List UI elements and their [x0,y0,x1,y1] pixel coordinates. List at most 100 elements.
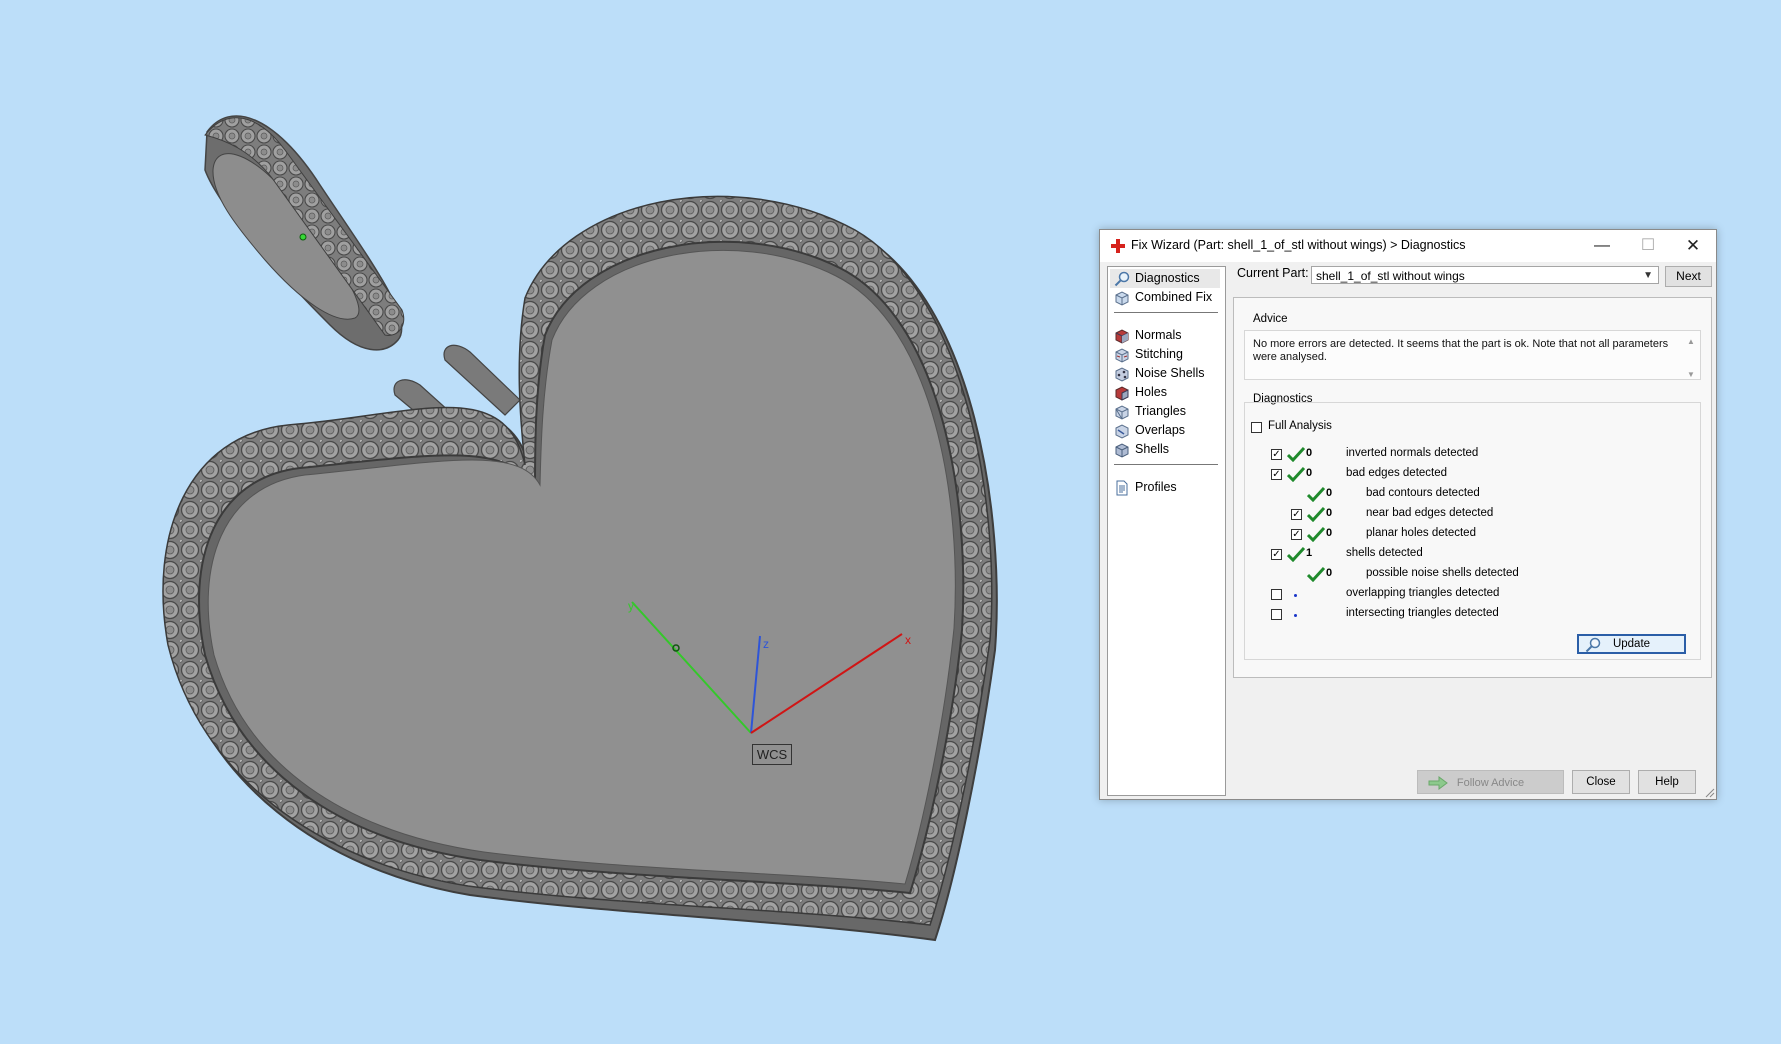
nav-item-label: Stitching [1135,347,1183,361]
close-button[interactable]: Close [1572,770,1630,794]
nav-item-label: Triangles [1135,404,1186,418]
diagnostic-label: bad edges detected [1346,467,1448,479]
x-axis-label: x [905,633,911,647]
diagnostic-checkbox[interactable]: ✓ [1291,509,1302,520]
scroll-down-icon[interactable]: ▼ [1685,370,1697,379]
nav-item-shells[interactable]: Shells [1110,440,1220,459]
follow-advice-button[interactable]: Follow Advice [1417,770,1564,794]
follow-advice-label: Follow Advice [1456,777,1525,789]
diagnostic-checkbox[interactable]: ✓ [1291,529,1302,540]
magnifier-icon [1114,271,1130,287]
nav-item-label: Diagnostics [1135,271,1200,285]
next-button[interactable]: Next [1665,266,1712,287]
diagnostic-checkbox[interactable] [1271,589,1282,600]
advice-scrollbar[interactable]: ▲ ▼ [1685,333,1697,383]
green-check-icon [1287,466,1305,482]
nav-item-stitching[interactable]: Stitching [1110,345,1220,364]
green-check-icon [1287,446,1305,462]
diagnostic-count: 0 [1326,527,1333,539]
normals-cube-icon [1115,329,1129,344]
nav-item-diagnostics[interactable]: Diagnostics [1110,269,1220,288]
nav-item-label: Overlaps [1135,423,1186,437]
green-check-icon [1307,486,1325,502]
diagnostic-checkbox[interactable]: ✓ [1271,549,1282,560]
dialog-titlebar[interactable]: Fix Wizard (Part: shell_1_of_stl without… [1100,230,1716,262]
diagnostic-count: 0 [1306,467,1313,479]
advice-box: No more errors are detected. It seems th… [1244,330,1701,380]
y-axis-label: y [628,599,634,613]
green-arrow-icon [1428,776,1448,790]
diagnostic-count: 0 [1306,447,1313,459]
diagnostic-row: overlapping triangles detected [1234,586,1674,604]
diagnostic-row: 0 possible noise shells detected [1234,566,1674,584]
red-cross-icon [1111,239,1125,253]
update-button[interactable]: Update [1577,634,1686,654]
diagnostic-label: shells detected [1346,547,1423,559]
bail-ring [204,115,405,351]
z-axis-label: z [763,637,769,651]
diagnostic-count: 0 [1326,567,1333,579]
diagnostic-count: 0 [1326,487,1333,499]
diagnostic-checkbox[interactable] [1271,609,1282,620]
magnifier-icon [1585,637,1601,653]
diagnostic-label: intersecting triangles detected [1346,607,1499,619]
minimize-button[interactable]: — [1579,230,1625,262]
diagnostic-row: 0 bad contours detected [1234,486,1674,504]
diagnostic-label: inverted normals detected [1346,447,1479,459]
dialog-title: Fix Wizard (Part: shell_1_of_stl without… [1131,238,1466,252]
current-part-select[interactable]: shell_1_of_stl without wings ▼ [1311,266,1659,284]
diagnostic-label: possible noise shells detected [1366,567,1519,579]
diagnostic-row: ✓ 0 bad edges detected [1234,466,1674,484]
maximize-button[interactable]: ☐ [1625,230,1671,262]
nav-separator [1114,464,1218,465]
nav-item-combined-fix[interactable]: Combined Fix [1110,288,1220,307]
nav-item-label: Shells [1135,442,1170,456]
noise-shells-icon [1115,367,1129,382]
diagnostic-label: overlapping triangles detected [1346,587,1500,599]
diagnostic-checkbox[interactable]: ✓ [1271,449,1282,460]
diagnostic-row: intersecting triangles detected [1234,606,1674,624]
fix-nav-list: Diagnostics Combined Fix Normals Stitchi… [1107,266,1226,796]
diagnostic-count: 1 [1306,547,1313,559]
nav-item-normals[interactable]: Normals [1110,326,1220,345]
nav-item-noise-shells[interactable]: Noise Shells [1110,364,1220,383]
overlaps-cube-icon [1115,424,1129,439]
advice-legend: Advice [1251,313,1290,325]
nav-item-holes[interactable]: Holes [1110,383,1220,402]
green-check-icon [1287,546,1305,562]
diagnostic-label: planar holes detected [1366,527,1476,539]
green-check-icon [1307,506,1325,522]
diagnostic-checkbox[interactable]: ✓ [1271,469,1282,480]
not-analysed-dot-icon [1294,614,1297,617]
diagnostics-panel: Advice No more errors are detected. It s… [1233,297,1712,678]
diagnostic-count: 0 [1326,507,1333,519]
diagnostic-row: ✓ 0 inverted normals detected [1234,446,1674,464]
advice-text: No more errors are detected. It seems th… [1253,338,1669,363]
current-part-value: shell_1_of_stl without wings [1316,269,1465,283]
full-analysis-checkbox[interactable] [1251,422,1262,433]
full-analysis-label: Full Analysis [1268,420,1332,432]
green-check-icon [1307,566,1325,582]
triangles-cube-icon [1115,405,1129,420]
nav-item-label: Profiles [1135,480,1177,494]
chevron-down-icon: ▼ [1643,270,1653,281]
scroll-up-icon[interactable]: ▲ [1685,337,1697,346]
green-check-icon [1307,526,1325,542]
profiles-document-icon [1116,480,1128,496]
diagnostic-row: ✓ 1 shells detected [1234,546,1674,564]
nav-item-label: Noise Shells [1135,366,1205,380]
stitching-cube-icon [1115,348,1129,363]
nav-item-triangles[interactable]: Triangles [1110,402,1220,421]
close-window-button[interactable]: ✕ [1670,230,1716,262]
nav-item-profiles[interactable]: Profiles [1110,478,1220,497]
resize-grip-icon[interactable] [1705,788,1715,798]
nav-item-label: Combined Fix [1135,290,1213,304]
diagnostic-row: ✓ 0 near bad edges detected [1234,506,1674,524]
cube-icon [1115,291,1129,306]
heart-pendant-model [162,195,998,942]
holes-cube-icon [1115,386,1129,401]
help-button[interactable]: Help [1638,770,1696,794]
nav-separator [1114,312,1218,313]
nav-item-overlaps[interactable]: Overlaps [1110,421,1220,440]
shells-cube-icon [1115,443,1129,458]
